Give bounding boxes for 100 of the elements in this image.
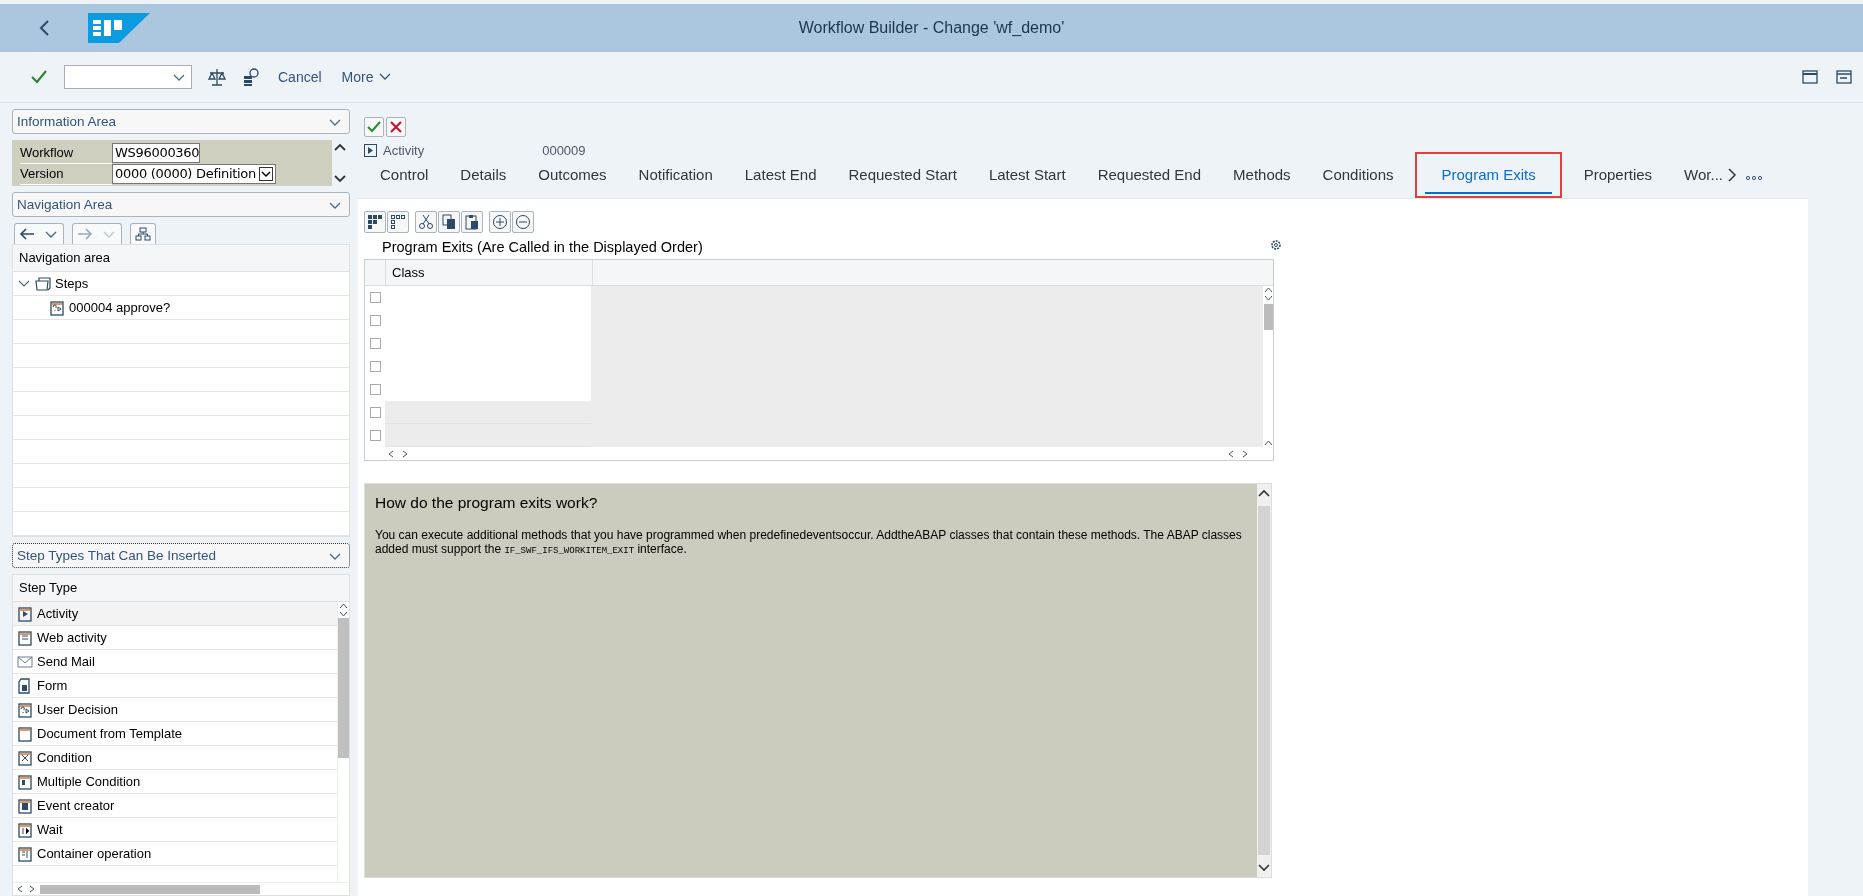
row-checkbox[interactable]: [369, 384, 381, 395]
chevron-down-icon: [258, 167, 273, 181]
add-row-icon: [492, 214, 508, 230]
step-type-row[interactable]: Web activity: [13, 626, 337, 650]
step-type-row[interactable]: Container operation: [13, 842, 337, 866]
tab[interactable]: Details: [444, 156, 523, 194]
check-icon[interactable]: [30, 69, 48, 85]
calendar-icon: [49, 299, 65, 316]
row-checkbox[interactable]: [369, 407, 381, 418]
tree-item[interactable]: 000004 approve?: [69, 300, 171, 315]
workflow-field[interactable]: WS96000360: [112, 143, 200, 163]
command-field[interactable]: [64, 65, 192, 89]
step-type-label: Activity: [383, 143, 425, 158]
activity-icon: [364, 144, 377, 157]
step-type-row[interactable]: User Decision: [13, 698, 337, 722]
remove-row-button[interactable]: [512, 211, 534, 233]
overflow-icon[interactable]: [1744, 175, 1763, 181]
dropdown-label: Navigation Area: [17, 197, 113, 212]
tree-item[interactable]: Steps: [55, 276, 89, 291]
scales-icon[interactable]: [208, 67, 226, 87]
calendar-icon: [17, 749, 33, 766]
scroll-up-icon[interactable]: [339, 602, 348, 610]
help-text: You can execute additional methods that you have programmed when predefinedeventsoccur. AddtheABAP classes that contain these methods. The ABAP classes added must support the IF_SWF_IFS_WORKITEM_EXIT interface.: [375, 528, 1243, 558]
tab[interactable]: Notification: [622, 156, 729, 194]
scroll-down-icon[interactable]: [1263, 294, 1273, 302]
settings-icon[interactable]: [1270, 239, 1282, 251]
step-type-row[interactable]: Event creator: [13, 794, 337, 818]
settings-icon[interactable]: [242, 67, 260, 87]
row-checkbox[interactable]: [369, 430, 381, 441]
scroll-down-icon[interactable]: [1258, 863, 1270, 873]
row-checkbox[interactable]: [369, 338, 381, 349]
calendar-icon: [17, 797, 33, 814]
column-header: Step Type: [13, 575, 349, 602]
add-row-button[interactable]: [489, 211, 511, 233]
scrollbar-thumb[interactable]: [1263, 304, 1273, 330]
row-checkbox[interactable]: [369, 361, 381, 372]
step-type-row[interactable]: Activity: [13, 602, 337, 626]
scrollbar-thumb[interactable]: [338, 618, 349, 758]
tab[interactable]: Conditions: [1306, 156, 1410, 194]
deselect-all-button[interactable]: [387, 211, 409, 233]
confirm-button[interactable]: [364, 117, 384, 137]
step-type-row[interactable]: Condition: [13, 746, 337, 770]
tab[interactable]: Latest End: [728, 156, 833, 194]
calendar-icon: [17, 701, 33, 718]
information-area-dropdown[interactable]: Information Area: [12, 109, 350, 134]
scroll-up-icon[interactable]: [334, 142, 346, 152]
scroll-left-icon[interactable]: [1227, 449, 1235, 458]
scroll-down-icon[interactable]: [339, 610, 348, 618]
step-type-row[interactable]: Wait: [13, 818, 337, 842]
scrollbar-thumb[interactable]: [1258, 506, 1270, 855]
dropdown-label: Information Area: [17, 114, 117, 129]
cut-icon: [418, 214, 434, 230]
cut-button[interactable]: [415, 211, 437, 233]
calendar-icon: [17, 605, 33, 622]
scroll-right-icon[interactable]: [401, 449, 409, 458]
paste-icon: [464, 214, 480, 230]
tab[interactable]: Outcomes: [522, 156, 623, 194]
step-type-row[interactable]: Document from Template: [13, 722, 337, 746]
close-icon: [390, 121, 402, 133]
scroll-right-icon[interactable]: [28, 885, 36, 893]
tab[interactable]: Wor...: [1668, 156, 1727, 194]
step-type-row[interactable]: Multiple Condition: [13, 770, 337, 794]
column-header: Navigation area: [13, 245, 349, 272]
more-menu-button[interactable]: More: [339, 65, 394, 89]
tab[interactable]: Program Exits: [1425, 156, 1552, 194]
step-type-row[interactable]: Form: [13, 674, 337, 698]
scroll-up-icon[interactable]: [1263, 286, 1273, 294]
scroll-up-icon[interactable]: [1263, 439, 1273, 447]
cancel-button[interactable]: Cancel: [276, 65, 324, 89]
scroll-up-icon[interactable]: [1258, 488, 1270, 498]
row-checkbox[interactable]: [369, 315, 381, 326]
calendar-icon: [17, 821, 33, 838]
scrollbar-thumb[interactable]: [40, 884, 260, 894]
cancel-button[interactable]: [386, 117, 406, 137]
chevron-right-icon[interactable]: [1726, 168, 1737, 182]
deselect-all-icon: [390, 214, 406, 230]
tab[interactable]: Latest Start: [972, 156, 1082, 194]
new-window-icon[interactable]: [1801, 68, 1819, 86]
navigation-area-dropdown[interactable]: Navigation Area: [12, 192, 350, 217]
tab[interactable]: Requested Start: [832, 156, 973, 194]
scroll-left-icon[interactable]: [16, 885, 24, 893]
paste-button[interactable]: [461, 211, 483, 233]
tab[interactable]: Properties: [1567, 156, 1669, 194]
tab[interactable]: Requested End: [1081, 156, 1218, 194]
tab[interactable]: Methods: [1217, 156, 1307, 194]
calendar-icon: [17, 773, 33, 790]
scroll-right-icon[interactable]: [1241, 449, 1249, 458]
step-type-row[interactable]: Send Mail: [13, 650, 337, 674]
scroll-left-icon[interactable]: [387, 449, 395, 458]
back-icon[interactable]: [38, 18, 52, 38]
dropdown-label: Step Types That Can Be Inserted: [17, 548, 217, 563]
select-all-button[interactable]: [364, 211, 386, 233]
copy-button[interactable]: [438, 211, 460, 233]
form-icon: [17, 677, 33, 694]
logo-icon: [88, 13, 150, 43]
window-icon[interactable]: [1835, 68, 1853, 86]
scroll-down-icon[interactable]: [334, 174, 346, 184]
step-types-dropdown[interactable]: Step Types That Can Be Inserted: [12, 543, 350, 568]
row-checkbox[interactable]: [369, 292, 381, 303]
version-dropdown[interactable]: 0000 (0000) Definition: [112, 164, 276, 184]
